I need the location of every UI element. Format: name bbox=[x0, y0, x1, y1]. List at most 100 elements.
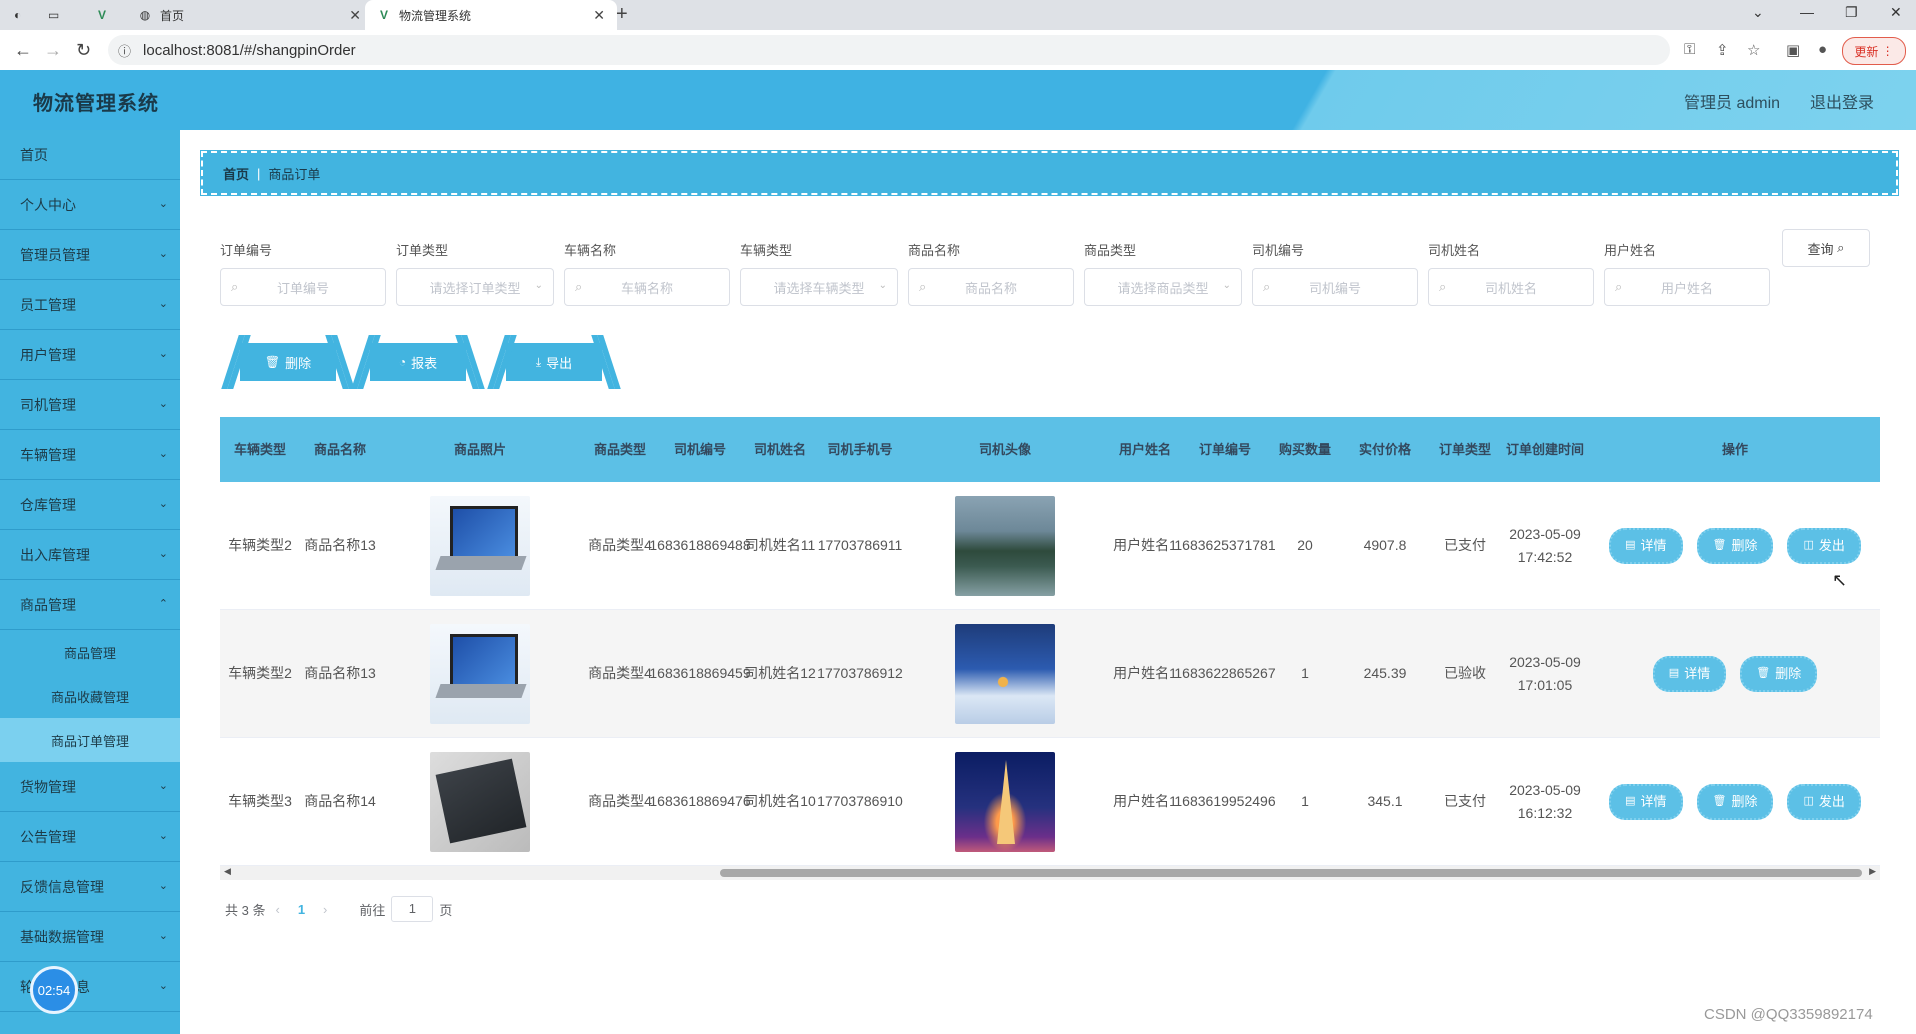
trash-icon: 🗑 bbox=[264, 355, 281, 369]
product-photo[interactable] bbox=[430, 751, 530, 852]
sidebar-item-label: 货物管理 bbox=[20, 778, 76, 795]
restore-icon[interactable]: ❐ bbox=[1845, 4, 1858, 21]
profile-icon[interactable]: ● bbox=[1818, 41, 1827, 58]
sidebar-subitem-product-orders[interactable]: 商品订单管理 bbox=[0, 718, 180, 762]
chevron-down-icon: ⌄ bbox=[158, 398, 168, 410]
pinned-tab-icon[interactable]: ▭ bbox=[48, 0, 59, 30]
sidebar-item-users[interactable]: 用户管理 ⌄ bbox=[0, 330, 180, 380]
driver-avatar[interactable] bbox=[955, 495, 1055, 596]
tab-logistics[interactable]: V 物流管理系统 ✕ bbox=[365, 0, 617, 30]
product-name-input[interactable]: ⌕ 商品名称 bbox=[908, 268, 1074, 306]
orders-table: 车辆类型 商品名称 商品照片 商品类型 司机编号 司机姓名 司机手机号 司机头像… bbox=[220, 417, 1880, 866]
col-header[interactable]: 订单创建时间 bbox=[1500, 417, 1590, 482]
delete-button[interactable]: 🗑 删除 bbox=[1696, 783, 1774, 820]
col-header[interactable]: 司机手机号 bbox=[820, 417, 900, 482]
logout-link[interactable]: 退出登录 bbox=[1810, 89, 1874, 113]
url-field[interactable]: ⓘ localhost:8081/#/shangpinOrder bbox=[108, 35, 1670, 65]
sidebar-item-notices[interactable]: 公告管理 ⌄ bbox=[0, 812, 180, 862]
vehicle-name-input[interactable]: ⌕ 车辆名称 bbox=[564, 268, 730, 306]
browser-menu-icon[interactable]: ◐ bbox=[14, 0, 21, 30]
reload-icon[interactable]: ↻ bbox=[76, 40, 91, 61]
delete-button[interactable]: 🗑 删除 bbox=[1740, 655, 1818, 692]
scroll-right-icon[interactable]: ▶ bbox=[1869, 866, 1876, 877]
sidebar-item-basedata[interactable]: 基础数据管理 ⌄ bbox=[0, 912, 180, 962]
tab-search-icon[interactable]: ⌄ bbox=[1752, 4, 1764, 21]
col-header[interactable]: 商品照片 bbox=[380, 417, 580, 482]
sidebar-subitem-product-favorites[interactable]: 商品收藏管理 bbox=[0, 674, 180, 718]
ship-button[interactable]: ◫ 发出 bbox=[1787, 783, 1861, 820]
close-tab-icon[interactable]: ✕ bbox=[593, 7, 605, 24]
back-icon[interactable]: ← bbox=[14, 40, 32, 61]
update-button[interactable]: 更新 ⋮ bbox=[1842, 37, 1906, 65]
sidepanel-icon[interactable]: ▣ bbox=[1786, 41, 1800, 59]
sidebar-item-vehicles[interactable]: 车辆管理 ⌄ bbox=[0, 430, 180, 480]
sidebar-item-carousel[interactable]: 轮播图信息⌄ bbox=[0, 962, 180, 1012]
page-number[interactable]: 1 bbox=[298, 902, 305, 917]
page-jump-input[interactable]: 1 bbox=[391, 896, 434, 922]
info-icon[interactable]: ⓘ bbox=[118, 41, 131, 60]
delete-button[interactable]: 🗑 删除 bbox=[1696, 527, 1774, 564]
close-window-icon[interactable]: ✕ bbox=[1890, 4, 1902, 21]
order-type-select[interactable]: 请选择订单类型 ⌄ bbox=[396, 268, 554, 306]
col-header[interactable]: 司机头像 bbox=[900, 417, 1110, 482]
export-button[interactable]: ⤓ 导出 bbox=[506, 343, 602, 381]
col-header[interactable]: 车辆类型 bbox=[220, 417, 300, 482]
sidebar-item-inout[interactable]: 出入库管理 ⌄ bbox=[0, 530, 180, 580]
col-header[interactable]: 订单类型 bbox=[1430, 417, 1500, 482]
detail-button[interactable]: ▤ 详情 bbox=[1652, 655, 1727, 692]
col-header[interactable]: 商品名称 bbox=[300, 417, 380, 482]
minimize-icon[interactable]: — bbox=[1800, 4, 1814, 20]
sidebar-item-admins[interactable]: 管理员管理 ⌄ bbox=[0, 230, 180, 280]
driver-avatar[interactable] bbox=[955, 751, 1055, 852]
sidebar-subitem-product-manage[interactable]: 商品管理 bbox=[0, 630, 180, 674]
sidebar-item-home[interactable]: 首页 bbox=[0, 130, 180, 180]
table-horizontal-scrollbar[interactable]: ◀ ▶ bbox=[220, 866, 1880, 880]
col-header[interactable]: 订单编号 bbox=[1180, 417, 1270, 482]
ship-button[interactable]: ◫ 发出 bbox=[1787, 527, 1861, 564]
sidebar-item-goods[interactable]: 货物管理 ⌄ bbox=[0, 762, 180, 812]
col-header[interactable]: 司机姓名 bbox=[740, 417, 820, 482]
sidebar-item-feedback[interactable]: 反馈信息管理 ⌄ bbox=[0, 862, 180, 912]
close-tab-icon[interactable]: ✕ bbox=[349, 7, 361, 24]
sidebar-item-label: 个人中心 bbox=[20, 196, 76, 213]
col-header[interactable]: 司机编号 bbox=[660, 417, 740, 482]
share-icon[interactable]: ⇪ bbox=[1716, 41, 1729, 59]
forward-icon[interactable]: → bbox=[44, 40, 62, 61]
driver-no-input[interactable]: ⌕ 司机编号 bbox=[1252, 268, 1418, 306]
key-icon[interactable]: ⚿ bbox=[1684, 41, 1695, 58]
driver-name-input[interactable]: ⌕ 司机姓名 bbox=[1428, 268, 1594, 306]
new-tab-icon[interactable]: + bbox=[616, 3, 628, 26]
product-photo[interactable] bbox=[430, 495, 530, 596]
tab-home[interactable]: ◍ 首页 ✕ bbox=[130, 0, 373, 30]
detail-button[interactable]: ▤ 详情 bbox=[1609, 527, 1683, 564]
product-photo[interactable] bbox=[430, 623, 530, 724]
prev-page-icon[interactable]: ‹ bbox=[275, 902, 279, 917]
sidebar-item-drivers[interactable]: 司机管理 ⌄ bbox=[0, 380, 180, 430]
vue-tab-icon[interactable]: V bbox=[98, 0, 106, 30]
col-header[interactable]: 商品类型 bbox=[580, 417, 660, 482]
driver-avatar[interactable] bbox=[955, 623, 1055, 724]
col-header[interactable]: 购买数量 bbox=[1270, 417, 1340, 482]
detail-button[interactable]: ▤ 详情 bbox=[1609, 783, 1683, 820]
breadcrumb-home[interactable]: 首页 bbox=[223, 164, 249, 183]
col-header[interactable]: 实付价格 bbox=[1340, 417, 1430, 482]
sidebar-subitem-label: 商品收藏管理 bbox=[50, 689, 129, 705]
report-button[interactable]: ◔ 报表 bbox=[370, 343, 466, 381]
driver-no-placeholder: 司机编号 bbox=[1308, 280, 1361, 296]
sidebar-item-warehouse[interactable]: 仓库管理 ⌄ bbox=[0, 480, 180, 530]
bookmark-star-icon[interactable]: ☆ bbox=[1747, 41, 1760, 59]
vehicle-type-select[interactable]: 请选择车辆类型 ⌄ bbox=[740, 268, 898, 306]
order-no-input[interactable]: ⌕ 订单编号 bbox=[220, 268, 386, 306]
col-header[interactable]: 用户姓名 bbox=[1110, 417, 1180, 482]
sidebar-item-label: 车辆管理 bbox=[20, 446, 76, 463]
sidebar-item-staff[interactable]: 员工管理 ⌄ bbox=[0, 280, 180, 330]
next-page-icon[interactable]: › bbox=[323, 902, 327, 917]
sidebar-item-profile[interactable]: 个人中心 ⌄ bbox=[0, 180, 180, 230]
bulk-delete-button[interactable]: 🗑 删除 bbox=[240, 343, 336, 381]
scrollbar-thumb[interactable] bbox=[720, 869, 1862, 877]
query-button[interactable]: 查询 ⌕ bbox=[1782, 229, 1870, 267]
scroll-left-icon[interactable]: ◀ bbox=[224, 866, 231, 877]
product-type-select[interactable]: 请选择商品类型 ⌄ bbox=[1084, 268, 1242, 306]
user-name-input[interactable]: ⌕ 用户姓名 bbox=[1604, 268, 1770, 306]
sidebar-item-products[interactable]: 商品管理 ⌃ bbox=[0, 580, 180, 630]
